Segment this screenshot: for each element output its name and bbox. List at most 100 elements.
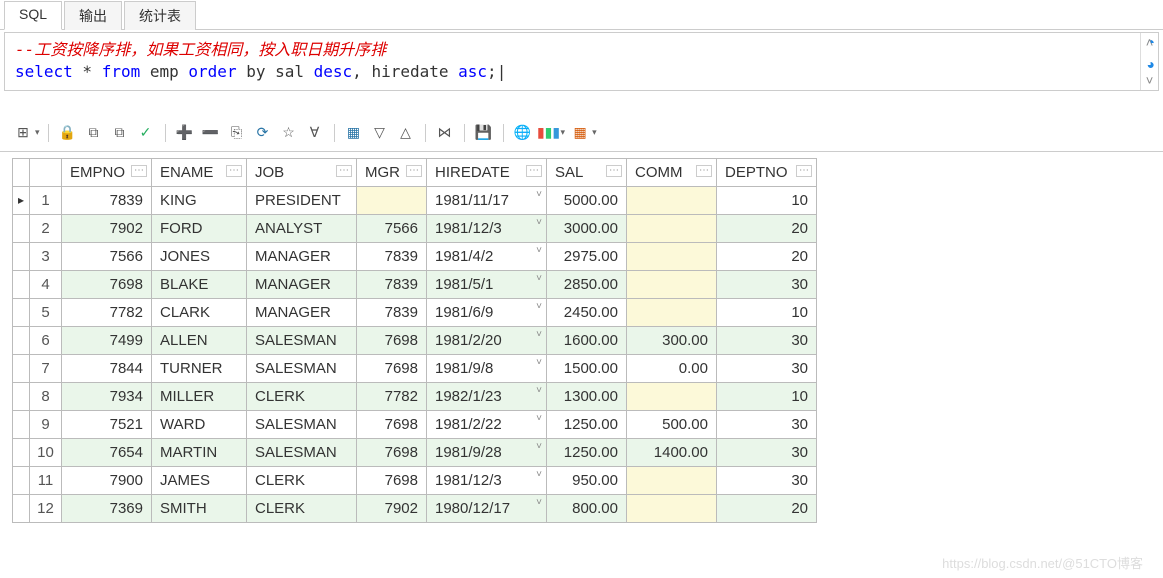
cell-comm[interactable]	[627, 186, 717, 214]
cell-comm[interactable]: 0.00	[627, 354, 717, 382]
sort-icon[interactable]: ⋯	[226, 165, 242, 177]
sort-icon[interactable]: ⋯	[336, 165, 352, 177]
cell-sal[interactable]: 1300.00	[547, 382, 627, 410]
cell-empno[interactable]: 7844	[62, 354, 152, 382]
cell-sal[interactable]: 5000.00	[547, 186, 627, 214]
filter-icon[interactable]: ∀	[304, 123, 326, 143]
cell-sal[interactable]: 1500.00	[547, 354, 627, 382]
cell-job[interactable]: SALESMAN	[247, 326, 357, 354]
cell-mgr[interactable]: 7698	[357, 466, 427, 494]
cell-empno[interactable]: 7900	[62, 466, 152, 494]
cell-comm[interactable]: 500.00	[627, 410, 717, 438]
cell-comm[interactable]	[627, 494, 717, 522]
table-row[interactable]: 117900JAMESCLERK76981981/12/3950.0030	[13, 466, 817, 494]
cell-deptno[interactable]: 10	[717, 186, 817, 214]
table-row[interactable]: 77844TURNERSALESMAN76981981/9/81500.000.…	[13, 354, 817, 382]
delete-row-icon[interactable]: ➖	[200, 123, 222, 143]
export-icon[interactable]: 🌐	[512, 123, 534, 143]
nav-up-icon[interactable]: △	[395, 123, 417, 143]
cell-job[interactable]: SALESMAN	[247, 410, 357, 438]
cell-sal[interactable]: 950.00	[547, 466, 627, 494]
cell-mgr[interactable]: 7902	[357, 494, 427, 522]
cell-mgr[interactable]: 7782	[357, 382, 427, 410]
bookmark-icon[interactable]: ☆	[278, 123, 300, 143]
cell-sal[interactable]: 1600.00	[547, 326, 627, 354]
cell-ename[interactable]: TURNER	[152, 354, 247, 382]
cell-ename[interactable]: CLARK	[152, 298, 247, 326]
cell-hiredate[interactable]: 1981/11/17	[427, 186, 547, 214]
cell-ename[interactable]: KING	[152, 186, 247, 214]
cell-comm[interactable]: 300.00	[627, 326, 717, 354]
add-row-icon[interactable]: ➕	[174, 123, 196, 143]
table-row[interactable]: 107654MARTINSALESMAN76981981/9/281250.00…	[13, 438, 817, 466]
cell-sal[interactable]: 2975.00	[547, 242, 627, 270]
cell-empno[interactable]: 7369	[62, 494, 152, 522]
col-comm[interactable]: COMM⋯	[627, 158, 717, 186]
cell-deptno[interactable]: 30	[717, 354, 817, 382]
cell-comm[interactable]	[627, 466, 717, 494]
cell-job[interactable]: MANAGER	[247, 242, 357, 270]
cell-sal[interactable]: 1250.00	[547, 438, 627, 466]
cell-sal[interactable]: 800.00	[547, 494, 627, 522]
grid-view-icon[interactable]: ▦	[569, 123, 591, 143]
single-record-icon[interactable]: ▦	[343, 123, 365, 143]
table-row[interactable]: 87934MILLERCLERK77821982/1/231300.0010	[13, 382, 817, 410]
copy-row-icon[interactable]: ⎘	[226, 123, 248, 143]
cell-job[interactable]: MANAGER	[247, 270, 357, 298]
sort-icon[interactable]: ⋯	[526, 165, 542, 177]
col-mgr[interactable]: MGR⋯	[357, 158, 427, 186]
cell-job[interactable]: ANALYST	[247, 214, 357, 242]
cell-job[interactable]: SALESMAN	[247, 438, 357, 466]
cell-job[interactable]: MANAGER	[247, 298, 357, 326]
cell-ename[interactable]: SMITH	[152, 494, 247, 522]
cell-job[interactable]: CLERK	[247, 466, 357, 494]
cell-hiredate[interactable]: 1981/6/9	[427, 298, 547, 326]
chart-icon[interactable]: ▮▮▮	[538, 123, 560, 143]
cell-hiredate[interactable]: 1981/12/3	[427, 214, 547, 242]
cell-mgr[interactable]: 7566	[357, 214, 427, 242]
cell-ename[interactable]: ALLEN	[152, 326, 247, 354]
save-icon[interactable]: 💾	[473, 123, 495, 143]
grid-options-icon[interactable]: ⊞	[12, 123, 34, 143]
table-row[interactable]: ▸17839KINGPRESIDENT1981/11/175000.0010	[13, 186, 817, 214]
cell-hiredate[interactable]: 1981/4/2	[427, 242, 547, 270]
cell-ename[interactable]: JONES	[152, 242, 247, 270]
cell-deptno[interactable]: 30	[717, 466, 817, 494]
refresh-icon[interactable]: ⟳	[252, 123, 274, 143]
cell-job[interactable]: PRESIDENT	[247, 186, 357, 214]
cell-empno[interactable]: 7698	[62, 270, 152, 298]
cell-mgr[interactable]	[357, 186, 427, 214]
sql-editor[interactable]: --工资按降序排，如果工资相同，按入职日期升序排 select * from e…	[5, 33, 1158, 90]
first-icon[interactable]: ⧉	[83, 123, 105, 143]
cell-hiredate[interactable]: 1981/2/22	[427, 410, 547, 438]
cell-job[interactable]: SALESMAN	[247, 354, 357, 382]
bookmark-add-icon[interactable]: ◔	[1147, 34, 1155, 50]
cell-deptno[interactable]: 20	[717, 494, 817, 522]
nav-down-icon[interactable]: ▽	[369, 123, 391, 143]
cell-empno[interactable]: 7499	[62, 326, 152, 354]
result-table[interactable]: EMPNO⋯ ENAME⋯ JOB⋯ MGR⋯ HIREDATE⋯ SAL⋯ C…	[12, 158, 817, 523]
cell-deptno[interactable]: 10	[717, 298, 817, 326]
table-row[interactable]: 67499ALLENSALESMAN76981981/2/201600.0030…	[13, 326, 817, 354]
cell-comm[interactable]	[627, 242, 717, 270]
cell-mgr[interactable]: 7698	[357, 438, 427, 466]
cell-job[interactable]: CLERK	[247, 382, 357, 410]
cell-mgr[interactable]: 7698	[357, 354, 427, 382]
cell-deptno[interactable]: 10	[717, 382, 817, 410]
link-icon[interactable]: ⋈	[434, 123, 456, 143]
cell-ename[interactable]: FORD	[152, 214, 247, 242]
cell-deptno[interactable]: 30	[717, 438, 817, 466]
cell-mgr[interactable]: 7839	[357, 298, 427, 326]
col-hiredate[interactable]: HIREDATE⋯	[427, 158, 547, 186]
cell-empno[interactable]: 7902	[62, 214, 152, 242]
dropdown-icon[interactable]: ▾	[35, 127, 40, 138]
col-ename[interactable]: ENAME⋯	[152, 158, 247, 186]
cell-deptno[interactable]: 30	[717, 410, 817, 438]
cell-deptno[interactable]: 20	[717, 242, 817, 270]
scroll-down-icon[interactable]: ˅	[1146, 73, 1154, 88]
sort-icon[interactable]: ⋯	[696, 165, 712, 177]
cell-sal[interactable]: 2850.00	[547, 270, 627, 298]
cell-hiredate[interactable]: 1981/9/8	[427, 354, 547, 382]
tab-output[interactable]: 输出	[64, 1, 122, 30]
cell-empno[interactable]: 7521	[62, 410, 152, 438]
